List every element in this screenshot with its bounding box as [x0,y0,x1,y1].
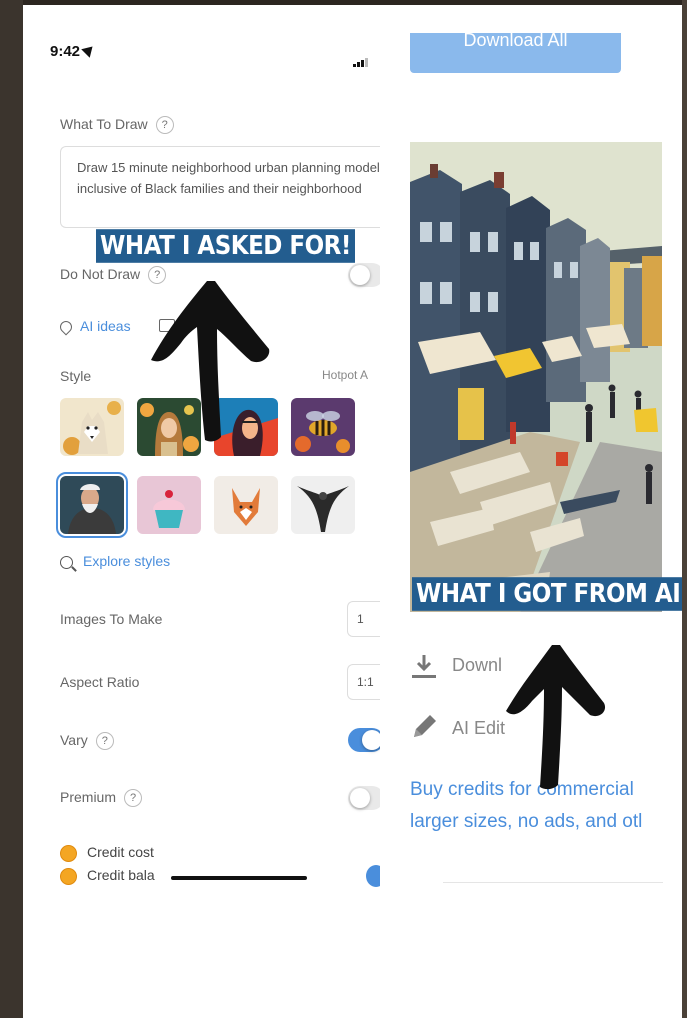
download-button[interactable]: Downl [452,655,502,676]
aspect-ratio-select[interactable]: 1:1 [347,664,380,700]
what-i-asked-caption: WHAT I ASKED FOR! [96,229,355,263]
credit-balance-row: Credit bala [60,867,155,885]
aspect-ratio-label: Aspect Ratio [60,674,140,690]
style-thumb-cupcake[interactable] [137,476,201,534]
search-icon [60,555,73,569]
help-icon[interactable]: ? [155,116,174,135]
hand-drawn-arrow-up [151,281,270,442]
style-source-label: Hotpot A [322,368,369,382]
screenshot-border-left [0,0,23,1018]
location-arrow-icon [81,42,97,58]
buy-credits-link-line2[interactable]: larger sizes, no ads, and otl [410,811,642,833]
do-not-draw-toggle[interactable] [348,263,380,287]
ai-edit-button[interactable]: AI Edit [452,718,505,739]
explore-styles-link[interactable]: Explore styles [60,553,170,569]
pencil-icon [414,715,436,737]
style-thumb-wolf[interactable] [60,398,124,456]
premium-label: Premium? [60,789,143,808]
images-to-make-input[interactable]: 1 [347,601,380,637]
prompt-input[interactable]: Draw 15 minute neighborhood urban planni… [60,146,380,228]
coin-icon [60,844,77,862]
screenshot-border-right [682,0,687,1018]
collage-canvas: 9:42 What To Draw? Draw 15 minute neighb… [23,5,682,1018]
download-icon [412,655,436,678]
status-time: 9:42 [50,42,97,60]
credit-cost-row: Credit cost [60,844,154,862]
lightbulb-icon [57,318,75,336]
prompt-text: Draw 15 minute neighborhood urban planni… [77,160,380,196]
divider [443,882,663,883]
style-thumb-ink-figure[interactable] [291,476,355,534]
ai-ideas-link[interactable]: AI ideas [57,318,131,336]
coin-icon [60,867,77,885]
style-label: Style [60,368,92,384]
app-form-panel: 9:42 What To Draw? Draw 15 minute neighb… [23,5,380,1018]
style-thumb-fox[interactable] [214,476,278,534]
vary-label: Vary? [60,732,114,751]
generated-image[interactable] [410,142,662,612]
what-i-got-caption: WHAT I GOT FROM AI ! [412,577,682,611]
premium-toggle[interactable] [348,786,380,810]
hand-drawn-arrow-up [506,645,606,790]
help-icon[interactable]: ? [95,732,114,751]
vary-toggle[interactable] [348,728,380,752]
what-to-draw-label: What To Draw? [60,116,174,135]
home-indicator [171,876,307,880]
download-all-button[interactable]: Download All [410,31,621,73]
help-icon[interactable]: ? [124,789,143,808]
style-thumb-bee[interactable] [291,398,355,456]
images-to-make-label: Images To Make [60,611,163,627]
style-thumb-old-man[interactable] [56,472,128,538]
submit-button-edge[interactable] [366,865,380,887]
signal-icon [353,49,369,67]
result-panel: Download All WHAT I GOT FROM AI ! Downl … [380,5,682,1018]
